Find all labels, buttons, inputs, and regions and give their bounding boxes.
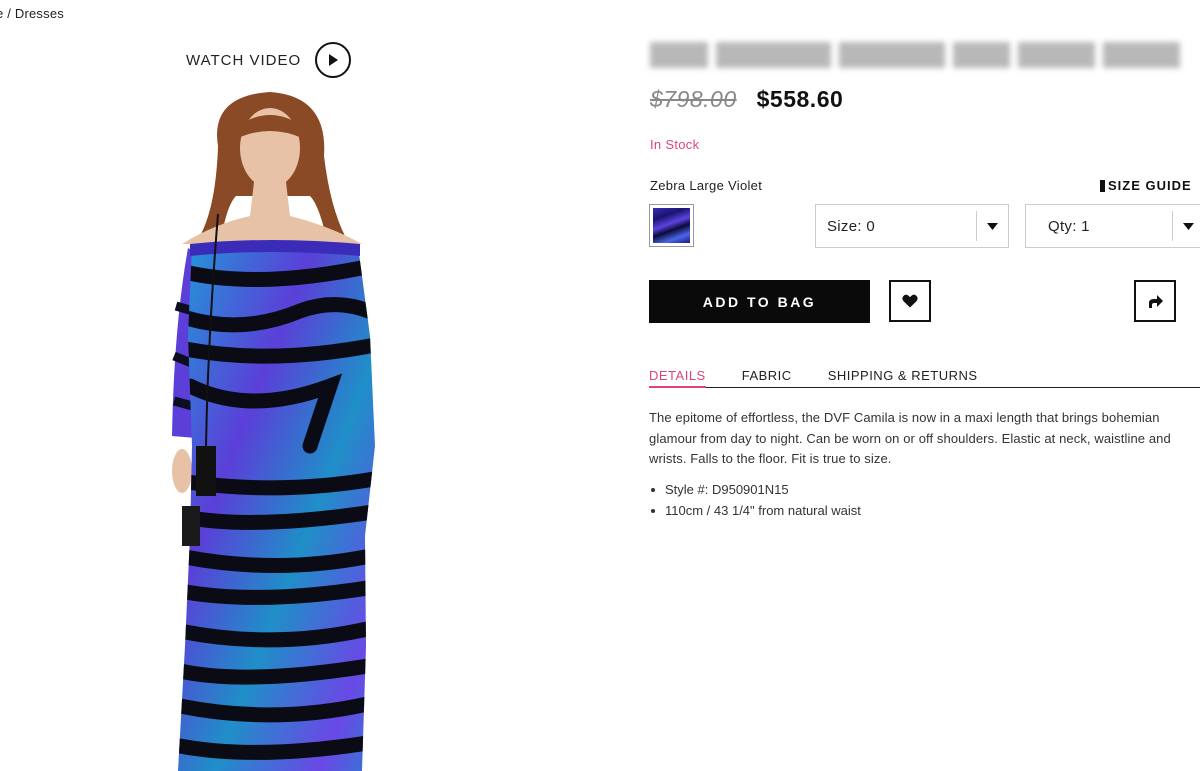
list-item: 110cm / 43 1/4" from natural waist xyxy=(649,501,861,522)
share-arrow-icon xyxy=(1149,295,1163,308)
watch-video-button[interactable]: WATCH VIDEO xyxy=(186,42,352,78)
product-title-redacted xyxy=(650,38,1180,72)
share-button[interactable] xyxy=(1134,280,1176,322)
price-block: $798.00 $558.60 xyxy=(650,86,843,113)
stock-status: In Stock xyxy=(650,137,700,152)
chevron-down-icon xyxy=(1172,211,1200,241)
original-price: $798.00 xyxy=(650,86,737,112)
product-description: The epitome of effortless, the DVF Camil… xyxy=(649,410,1171,466)
chevron-down-icon xyxy=(976,211,1008,241)
tab-fabric[interactable]: FABRIC xyxy=(742,368,792,388)
size-guide-link[interactable]: SIZE GUIDE xyxy=(1100,178,1192,193)
wishlist-button[interactable] xyxy=(889,280,931,322)
swatch-pattern xyxy=(653,208,690,243)
sale-price: $558.60 xyxy=(756,86,844,112)
qty-select-value: Qty: 1 xyxy=(1048,217,1090,235)
size-select[interactable]: Size: 0 xyxy=(815,204,1009,248)
ruler-icon xyxy=(1100,179,1105,192)
watch-video-label: WATCH VIDEO xyxy=(186,51,302,69)
color-name: Zebra Large Violet xyxy=(650,178,763,193)
breadcrumb[interactable]: e / Dresses xyxy=(0,6,64,21)
tab-details[interactable]: DETAILS xyxy=(649,368,706,388)
list-item: Style #: D950901N15 xyxy=(649,480,861,501)
tab-shipping-returns[interactable]: SHIPPING & RETURNS xyxy=(828,368,978,388)
color-swatch[interactable] xyxy=(649,204,694,247)
detail-bullets: Style #: D950901N15 110cm / 43 1/4" from… xyxy=(649,480,861,521)
add-to-bag-button[interactable]: ADD TO BAG xyxy=(649,280,870,323)
play-circle-icon[interactable] xyxy=(315,42,352,78)
size-guide-label: SIZE GUIDE xyxy=(1108,178,1192,193)
product-tabs: DETAILS FABRIC SHIPPING & RETURNS xyxy=(649,368,1200,388)
product-image[interactable] xyxy=(130,86,410,771)
qty-select[interactable]: Qty: 1 xyxy=(1025,204,1200,248)
size-select-value: Size: 0 xyxy=(827,217,875,235)
heart-icon xyxy=(902,294,918,308)
